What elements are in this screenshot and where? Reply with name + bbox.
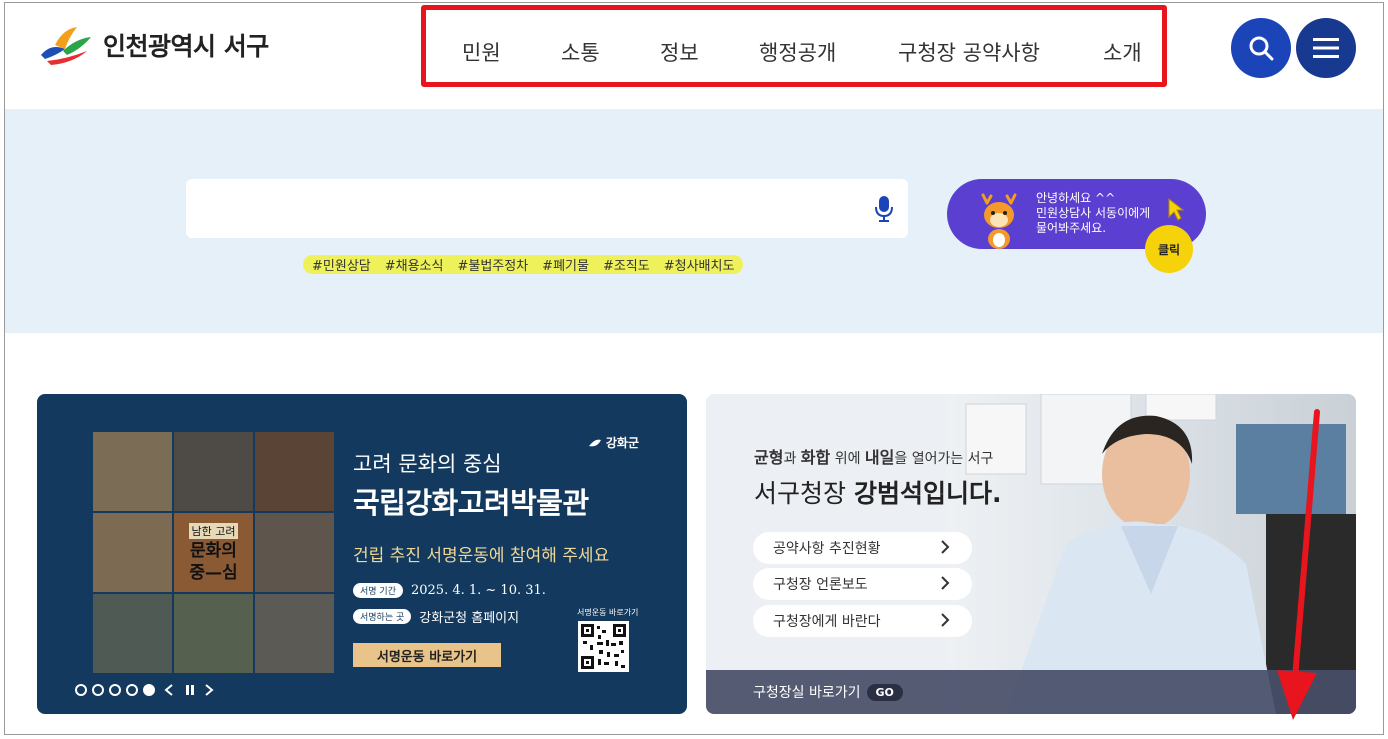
period-pill: 서명 기간 <box>353 583 403 598</box>
tag-link[interactable]: #채용소식 <box>385 255 444 274</box>
popular-tags: #민원상담 #채용소식 #불법주정차 #폐기물 #조직도 #청사배치도 <box>303 255 744 274</box>
promo-banner[interactable]: 남한 고려 문화의 중—심 강화군 고려 문화의 중심 국립강화고려박물관 건립… <box>37 394 687 714</box>
mayor-title: 서구청장 강범석입니다. <box>754 474 1001 510</box>
slide-dot-active[interactable] <box>143 684 155 696</box>
hamburger-menu-icon <box>1313 38 1339 58</box>
mayor-office-link[interactable]: 구청장실 바로가기 GO <box>706 670 1356 714</box>
tile-big-text: 문화의 <box>190 540 237 561</box>
microphone-icon[interactable] <box>874 195 894 223</box>
link-label: 구청장에게 바란다 <box>773 614 881 630</box>
title-prefix: 서구청장 <box>754 479 854 508</box>
artifact-image <box>255 594 334 673</box>
tile-small-text: 남한 고려 <box>188 522 239 539</box>
artifact-image <box>93 513 172 592</box>
slogan-text: 위에 <box>830 451 865 467</box>
mayor-name: 강범석 <box>853 479 923 508</box>
slide-controls <box>75 684 214 696</box>
artifact-image <box>93 594 172 673</box>
chatbot-line: 물어봐주세요. <box>1036 221 1107 235</box>
nav-item-public-admin[interactable]: 행정공개 <box>759 37 836 67</box>
signature-campaign-button[interactable]: 서명운동 바로가기 <box>353 643 501 667</box>
pointer-cursor-icon <box>1168 197 1185 221</box>
search-icon <box>1249 36 1274 61</box>
slogan-word: 균형 <box>754 448 784 467</box>
main-nav-highlight: 민원 소통 정보 행정공개 구청장 공약사항 소개 <box>421 5 1167 87</box>
nav-item-info[interactable]: 정보 <box>660 37 699 67</box>
nav-item-sotong[interactable]: 소통 <box>561 37 600 67</box>
mayor-office-label: 구청장실 바로가기 <box>753 685 861 701</box>
tag-link[interactable]: #불법주정차 <box>457 255 528 274</box>
place-row: 서명하는 곳 강화군청 홈페이지 <box>353 607 519 626</box>
tag-link[interactable]: #민원상담 <box>312 255 371 274</box>
browser-frame: 인천광역시 서구 민원 소통 정보 행정공개 구청장 공약사항 소개 #민원상담… <box>4 2 1384 735</box>
chatbot-greeting: 안녕하세요 ^^ <box>1036 191 1116 205</box>
brand-text: 강화군 <box>605 436 639 450</box>
search-input[interactable] <box>186 179 908 238</box>
banner-title: 국립강화고려박물관 <box>353 486 589 520</box>
chevron-right-icon <box>941 576 950 590</box>
period-value: 2025. 4. 1. ~ 10. 31. <box>410 583 546 598</box>
place-pill: 서명하는 곳 <box>353 609 412 624</box>
chatbot-line: 민원상담사 서동이에게 <box>1036 206 1151 220</box>
chatbot-text: 안녕하세요 ^^ 민원상담사 서동이에게 물어봐주세요. <box>1036 191 1150 236</box>
chevron-right-icon <box>941 540 950 554</box>
pause-icon[interactable] <box>185 684 195 696</box>
mayor-slogan: 균형과 화합 위에 내일을 열어가는 서구 <box>754 444 993 468</box>
site-header: 인천광역시 서구 민원 소통 정보 행정공개 구청장 공약사항 소개 <box>5 3 1383 109</box>
next-slide-icon[interactable] <box>204 684 214 696</box>
tag-link[interactable]: #청사배치도 <box>664 255 735 274</box>
press-link[interactable]: 구청장 언론보도 <box>753 568 972 600</box>
site-logo[interactable]: 인천광역시 서구 <box>37 25 269 65</box>
banner-subtitle: 고려 문화의 중심 <box>353 452 502 476</box>
nav-item-minwon[interactable]: 민원 <box>462 37 501 67</box>
slogan-word: 화합 <box>800 448 831 467</box>
search-button[interactable] <box>1231 18 1291 78</box>
qr-code-icon[interactable] <box>578 621 629 672</box>
go-badge: GO <box>866 683 903 701</box>
tile-big-text: 중—심 <box>189 562 238 583</box>
prev-slide-icon[interactable] <box>164 684 174 696</box>
red-arrow-annotation <box>1277 409 1320 720</box>
artifact-image <box>93 432 172 511</box>
artifact-grid: 남한 고려 문화의 중—심 <box>93 432 334 674</box>
nav-item-pledges[interactable]: 구청장 공약사항 <box>898 37 1040 67</box>
suggestion-link[interactable]: 구청장에게 바란다 <box>753 605 972 637</box>
banner-description: 건립 추진 서명운동에 참여해 주세요 <box>353 546 610 566</box>
qr-label: 서명운동 바로가기 <box>577 608 639 617</box>
slogan-tile: 남한 고려 문화의 중—심 <box>174 513 253 592</box>
artifact-image <box>174 432 253 511</box>
slide-dot[interactable] <box>126 684 138 696</box>
chatbot-click-badge[interactable]: 클릭 <box>1145 225 1193 273</box>
link-label: 공약사항 추진현황 <box>773 541 881 557</box>
slogan-text: 을 열어가는 서구 <box>894 451 994 467</box>
artifact-image <box>255 432 334 511</box>
artifact-image <box>174 594 253 673</box>
slide-dot[interactable] <box>75 684 87 696</box>
pledge-status-link[interactable]: 공약사항 추진현황 <box>753 532 972 564</box>
period-row: 서명 기간 2025. 4. 1. ~ 10. 31. <box>353 583 546 598</box>
chatbot-button[interactable]: 안녕하세요 ^^ 민원상담사 서동이에게 물어봐주세요. 클릭 <box>947 179 1206 273</box>
tag-link[interactable]: #폐기물 <box>542 255 589 274</box>
chevron-right-icon <box>941 613 950 627</box>
title-suffix: 입니다. <box>922 479 1002 508</box>
gangwha-logo-icon <box>588 439 601 446</box>
slogan-text: 과 <box>783 451 801 467</box>
logo-emblem-icon <box>41 27 91 65</box>
artifact-image <box>255 513 334 592</box>
gangwha-brand: 강화군 <box>587 434 639 451</box>
place-value: 강화군청 홈페이지 <box>419 611 520 626</box>
logo-text: 인천광역시 서구 <box>103 32 269 61</box>
link-label: 구청장 언론보도 <box>773 577 868 593</box>
tag-link[interactable]: #조직도 <box>603 255 650 274</box>
slide-dot[interactable] <box>92 684 104 696</box>
slogan-word: 내일 <box>864 448 895 467</box>
menu-button[interactable] <box>1296 18 1356 78</box>
mayor-banner: 균형과 화합 위에 내일을 열어가는 서구 서구청장 강범석입니다. 공약사항 … <box>706 394 1356 714</box>
deer-mascot-icon <box>981 193 1017 249</box>
nav-item-about[interactable]: 소개 <box>1103 37 1142 67</box>
main-nav: 민원 소통 정보 행정공개 구청장 공약사항 소개 <box>426 10 1162 82</box>
slide-dot[interactable] <box>109 684 121 696</box>
search-section: #민원상담 #채용소식 #불법주정차 #폐기물 #조직도 #청사배치도 안녕하세… <box>5 109 1383 333</box>
